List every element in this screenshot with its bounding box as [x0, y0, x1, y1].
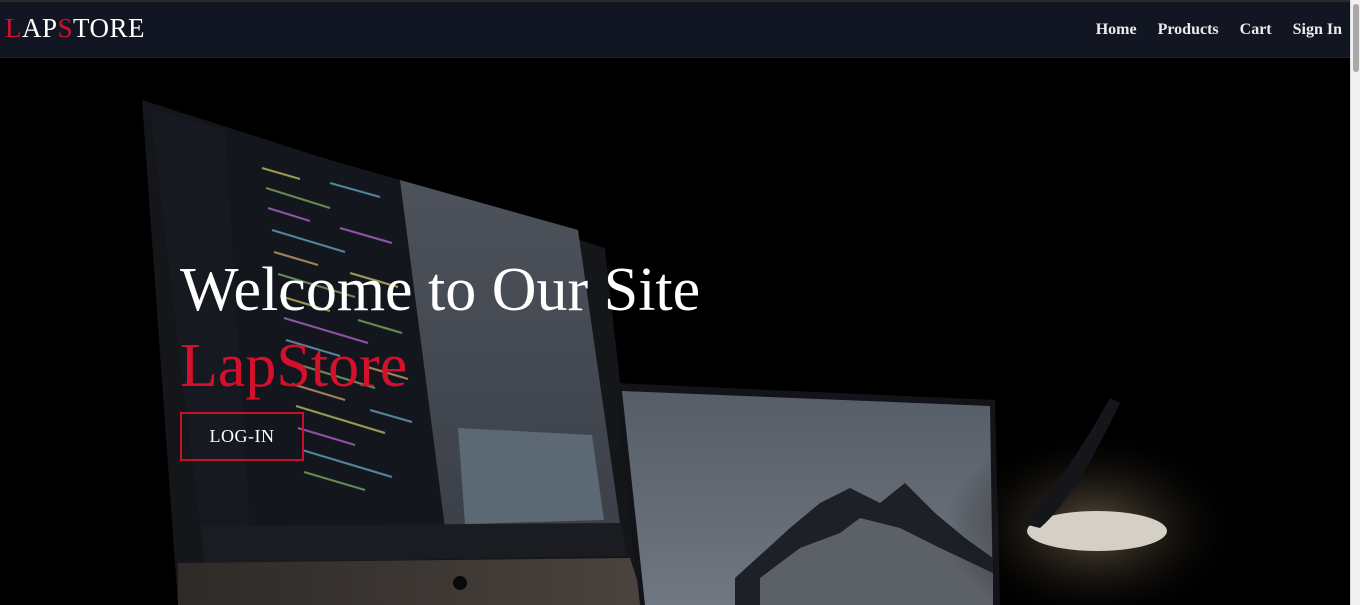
navbar: LAPSTORE Home Products Cart Sign In	[0, 2, 1350, 58]
nav-link-sign-in[interactable]: Sign In	[1293, 20, 1342, 40]
vertical-scrollbar[interactable]	[1350, 0, 1360, 605]
logo-letters-ap: AP	[22, 13, 58, 43]
logo-letters-tore: TORE	[73, 13, 146, 43]
browser-viewport: LAPSTORE Home Products Cart Sign In Welc…	[0, 0, 1360, 605]
nav-links: Home Products Cart Sign In	[1096, 20, 1342, 40]
hero-section: Welcome to Our Site LapStore LOG-IN	[0, 58, 1350, 605]
login-button[interactable]: LOG-IN	[180, 412, 304, 461]
hero-text-block: Welcome to Our Site LapStore LOG-IN	[180, 254, 700, 461]
nav-link-cart[interactable]: Cart	[1240, 20, 1272, 40]
nav-link-products[interactable]: Products	[1158, 20, 1219, 40]
hero-brand-name: LapStore	[180, 332, 408, 400]
site-logo[interactable]: LAPSTORE	[5, 12, 145, 44]
scrollbar-thumb[interactable]	[1353, 4, 1359, 72]
logo-letter-l: L	[5, 13, 22, 43]
logo-letter-s: S	[57, 13, 74, 43]
nav-link-home[interactable]: Home	[1096, 20, 1137, 40]
hero-heading: Welcome to Our Site	[180, 256, 701, 324]
